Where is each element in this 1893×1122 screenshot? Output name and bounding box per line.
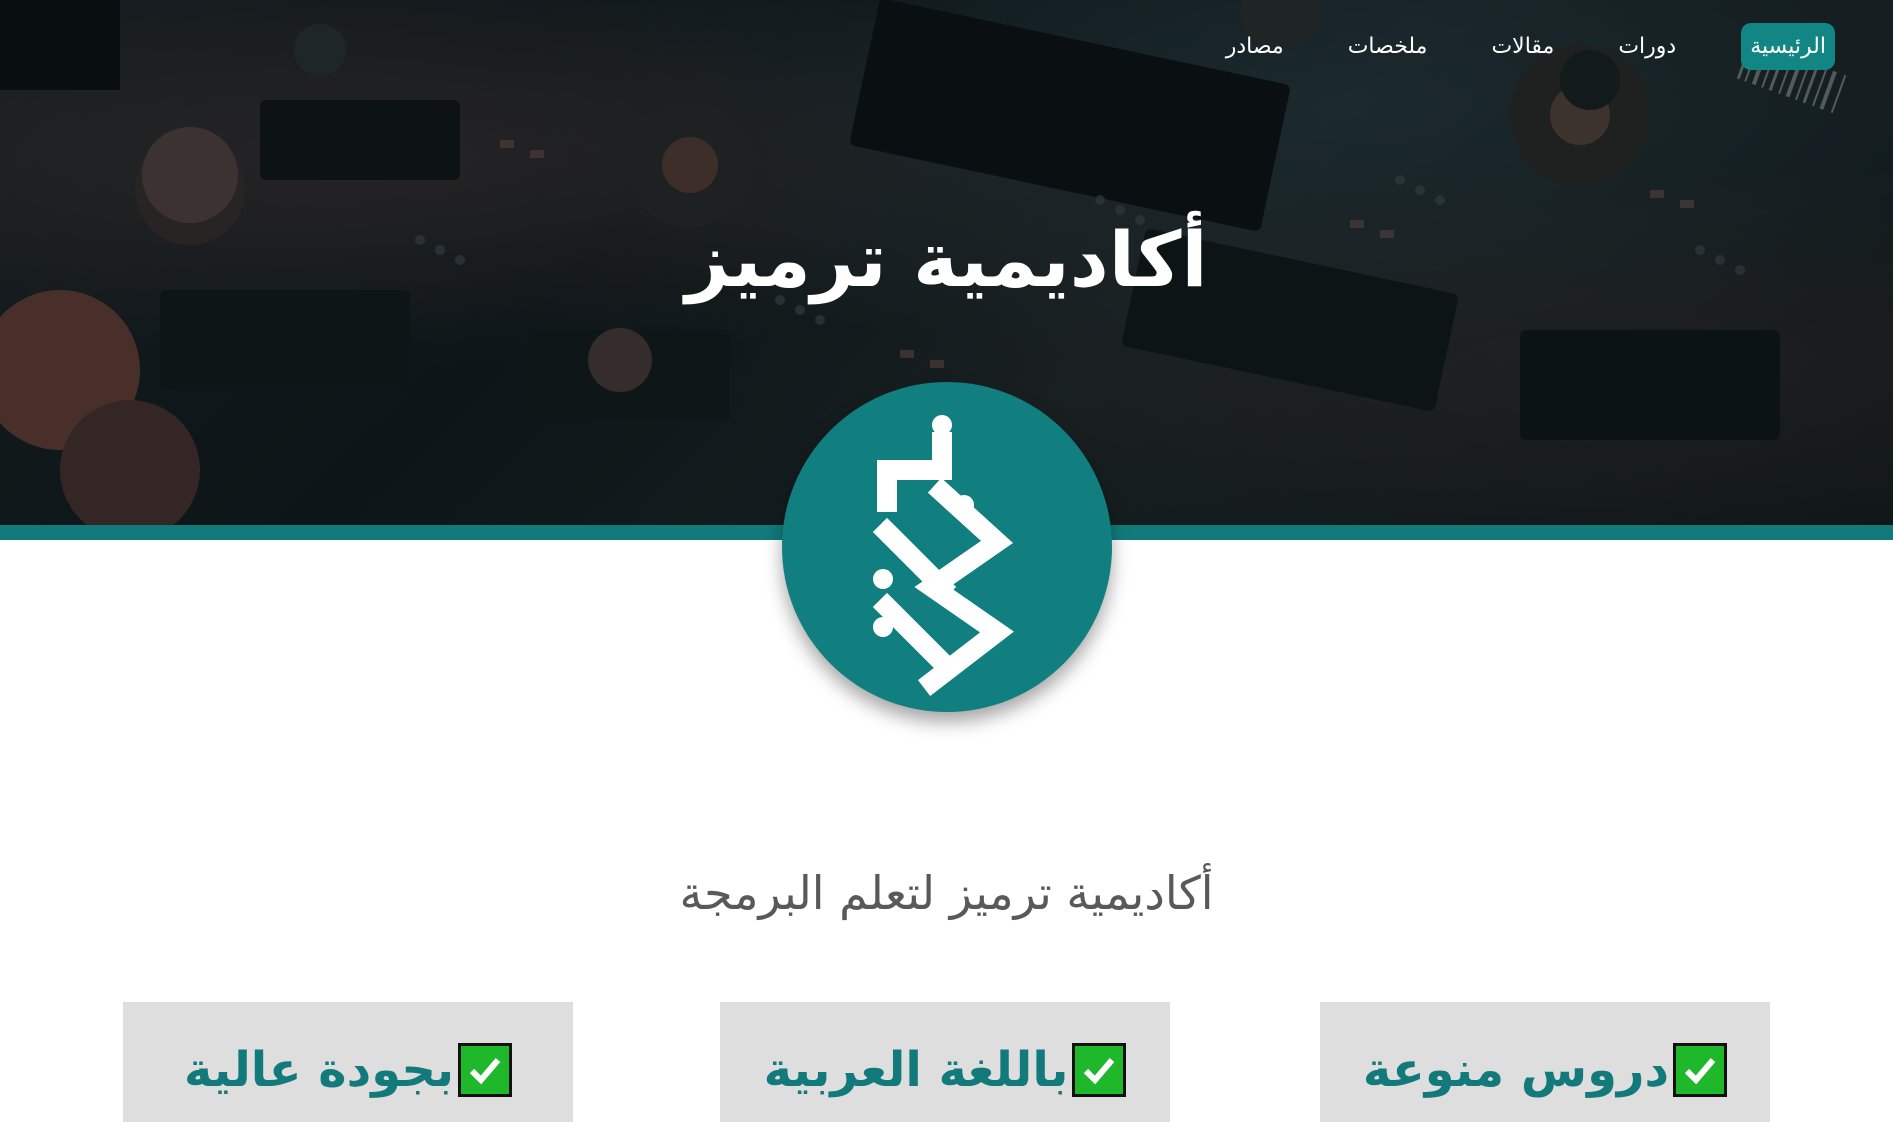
feature-card-high-quality: بجودة عالية — [123, 1002, 573, 1122]
check-mark-icon — [1673, 1043, 1728, 1097]
tarmeez-logo-icon — [782, 382, 1112, 712]
nav-item-summaries[interactable]: ملخصات — [1339, 23, 1437, 70]
feature-label: بجودة عالية — [184, 1042, 454, 1098]
features-section: دروس منوعة باللغة العربية بجودة عالية — [0, 1002, 1893, 1122]
nav-item-articles[interactable]: مقالات — [1482, 23, 1563, 70]
feature-card-varied-lessons: دروس منوعة — [1320, 1002, 1770, 1122]
hero-title: أكاديمية ترميز — [685, 215, 1208, 304]
feature-label: دروس منوعة — [1362, 1042, 1670, 1098]
tagline: أكاديمية ترميز لتعلم البرمجة — [679, 866, 1214, 920]
nav-item-resources[interactable]: مصادر — [1217, 23, 1293, 70]
feature-label: باللغة العربية — [763, 1042, 1069, 1098]
nav-item-home[interactable]: الرئيسية — [1741, 23, 1835, 70]
main-nav: الرئيسية دورات مقالات ملخصات مصادر — [1217, 23, 1835, 70]
check-mark-icon — [457, 1043, 512, 1097]
check-mark-icon — [1072, 1043, 1127, 1097]
feature-card-arabic-language: باللغة العربية — [720, 1002, 1170, 1122]
nav-item-courses[interactable]: دورات — [1609, 23, 1685, 70]
